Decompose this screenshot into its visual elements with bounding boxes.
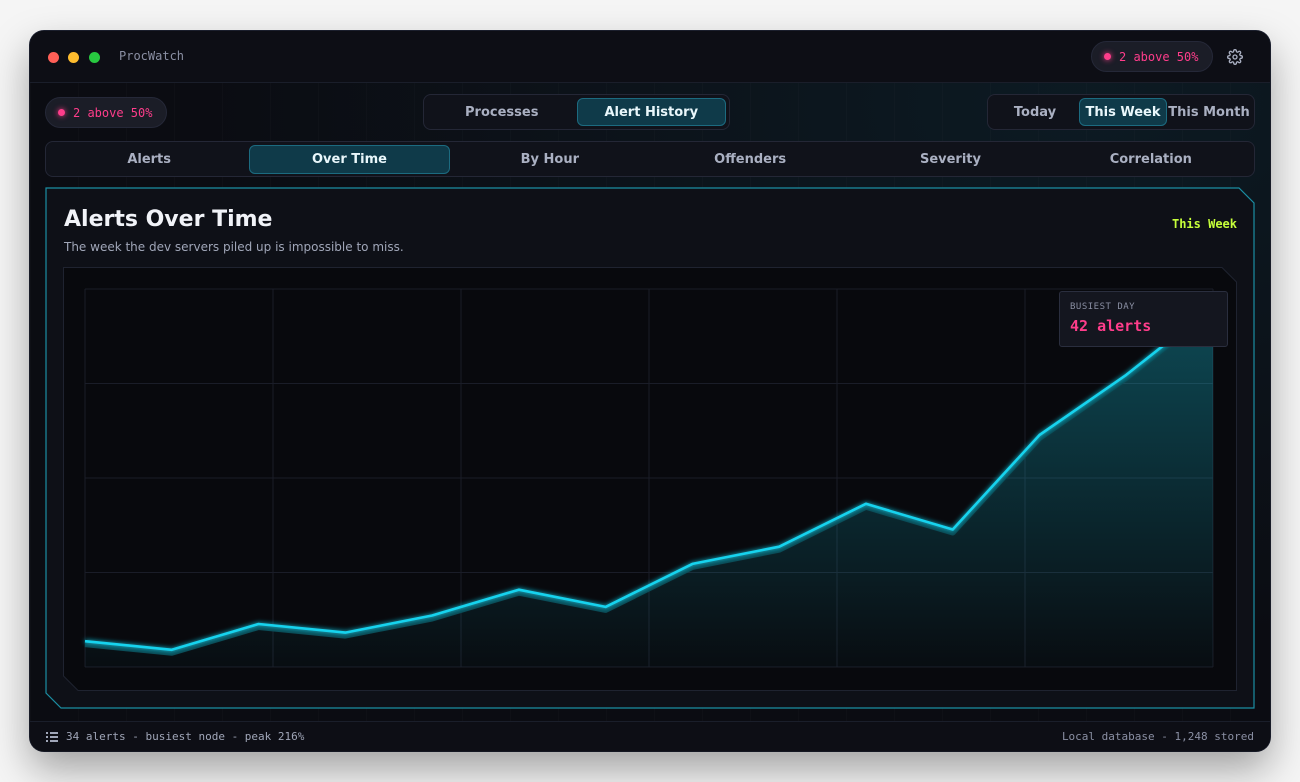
app-name: ProcWatch — [119, 49, 185, 63]
panel-range-label: This Week — [1171, 217, 1237, 231]
alert-history-subtabs: Alerts Over Time By Hour Offenders Sever… — [45, 141, 1255, 177]
subtab-offenders[interactable]: Offenders — [650, 145, 850, 174]
close-window-button[interactable] — [48, 52, 59, 63]
app-window: ProcWatch 2 above 50% 2 above 50% Proces… — [30, 31, 1270, 751]
gear-icon[interactable] — [1227, 49, 1243, 65]
panel-subtitle: The week the dev servers piled up is imp… — [64, 240, 404, 254]
alert-dot-icon — [1104, 53, 1111, 60]
range-this-week[interactable]: This Week — [1079, 98, 1167, 126]
time-range-switcher: Today This Week This Month — [987, 94, 1255, 130]
subtab-by-hour[interactable]: By Hour — [450, 145, 650, 174]
alert-count-label: 2 above 50% — [1119, 49, 1199, 64]
chart-panel: Alerts Over Time The week the dev server… — [45, 187, 1255, 709]
range-this-month[interactable]: This Month — [1167, 98, 1251, 126]
main-view-switcher: Processes Alert History — [423, 94, 730, 130]
range-today[interactable]: Today — [991, 98, 1079, 126]
tooltip-label: BUSIEST DAY — [1070, 302, 1136, 312]
alert-count-badge[interactable]: 2 above 50% — [1091, 41, 1213, 72]
subtab-over-time[interactable]: Over Time — [249, 144, 450, 174]
tab-alert-history[interactable]: Alert History — [576, 98, 726, 126]
tooltip-value: 42 alerts — [1070, 317, 1152, 335]
subtab-severity[interactable]: Severity — [850, 145, 1050, 174]
title-bar: ProcWatch 2 above 50% — [30, 31, 1270, 83]
list-icon — [46, 731, 58, 742]
status-storage: Local database - 1,248 stored — [1061, 730, 1254, 743]
status-summary: 34 alerts - busiest node - peak 216% — [66, 730, 305, 743]
subtab-correlation[interactable]: Correlation — [1051, 145, 1251, 174]
subtab-alerts[interactable]: Alerts — [49, 145, 249, 174]
tab-processes[interactable]: Processes — [427, 98, 577, 126]
status-left: 34 alerts - busiest node - peak 216% — [46, 730, 304, 743]
panel-title: Alerts Over Time — [64, 207, 273, 232]
status-bar: 34 alerts - busiest node - peak 216% Loc… — [30, 721, 1270, 751]
alert-summary-label: 2 above 50% — [73, 105, 153, 120]
alert-dot-icon — [58, 109, 65, 116]
peak-tooltip: BUSIEST DAY 42 alerts — [1059, 291, 1228, 347]
minimize-window-button[interactable] — [68, 52, 79, 63]
alert-summary-badge[interactable]: 2 above 50% — [45, 97, 167, 128]
maximize-window-button[interactable] — [89, 52, 100, 63]
